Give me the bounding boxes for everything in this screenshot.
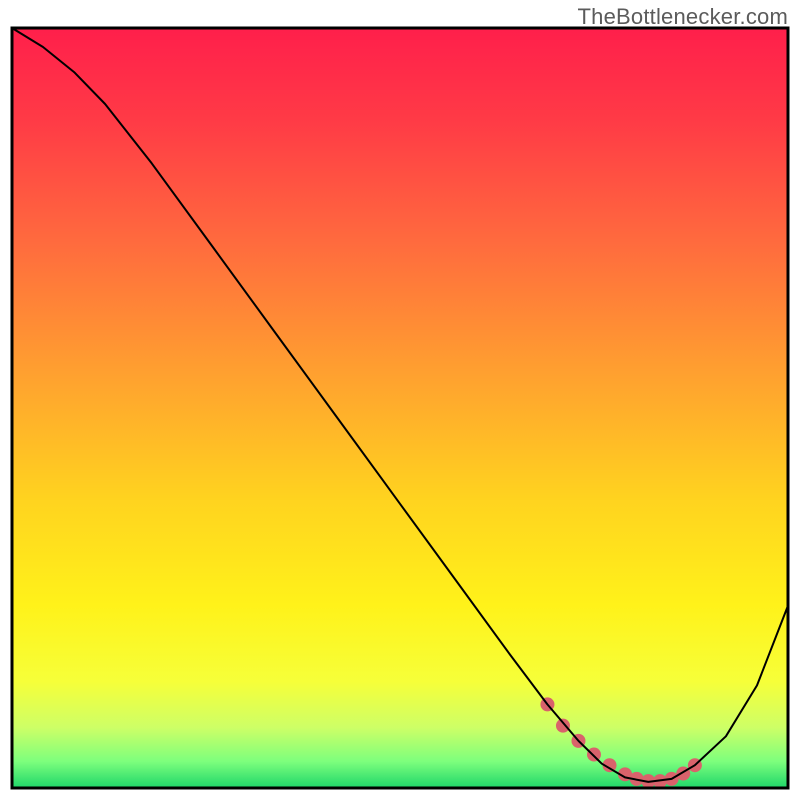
chart-container: TheBottlenecker.com: [0, 0, 800, 800]
bottleneck-curve-chart: [0, 0, 800, 800]
plot-background: [12, 28, 788, 788]
watermark-text: TheBottlenecker.com: [578, 4, 788, 30]
highlight-dot: [556, 719, 570, 733]
highlight-dot: [587, 748, 601, 762]
